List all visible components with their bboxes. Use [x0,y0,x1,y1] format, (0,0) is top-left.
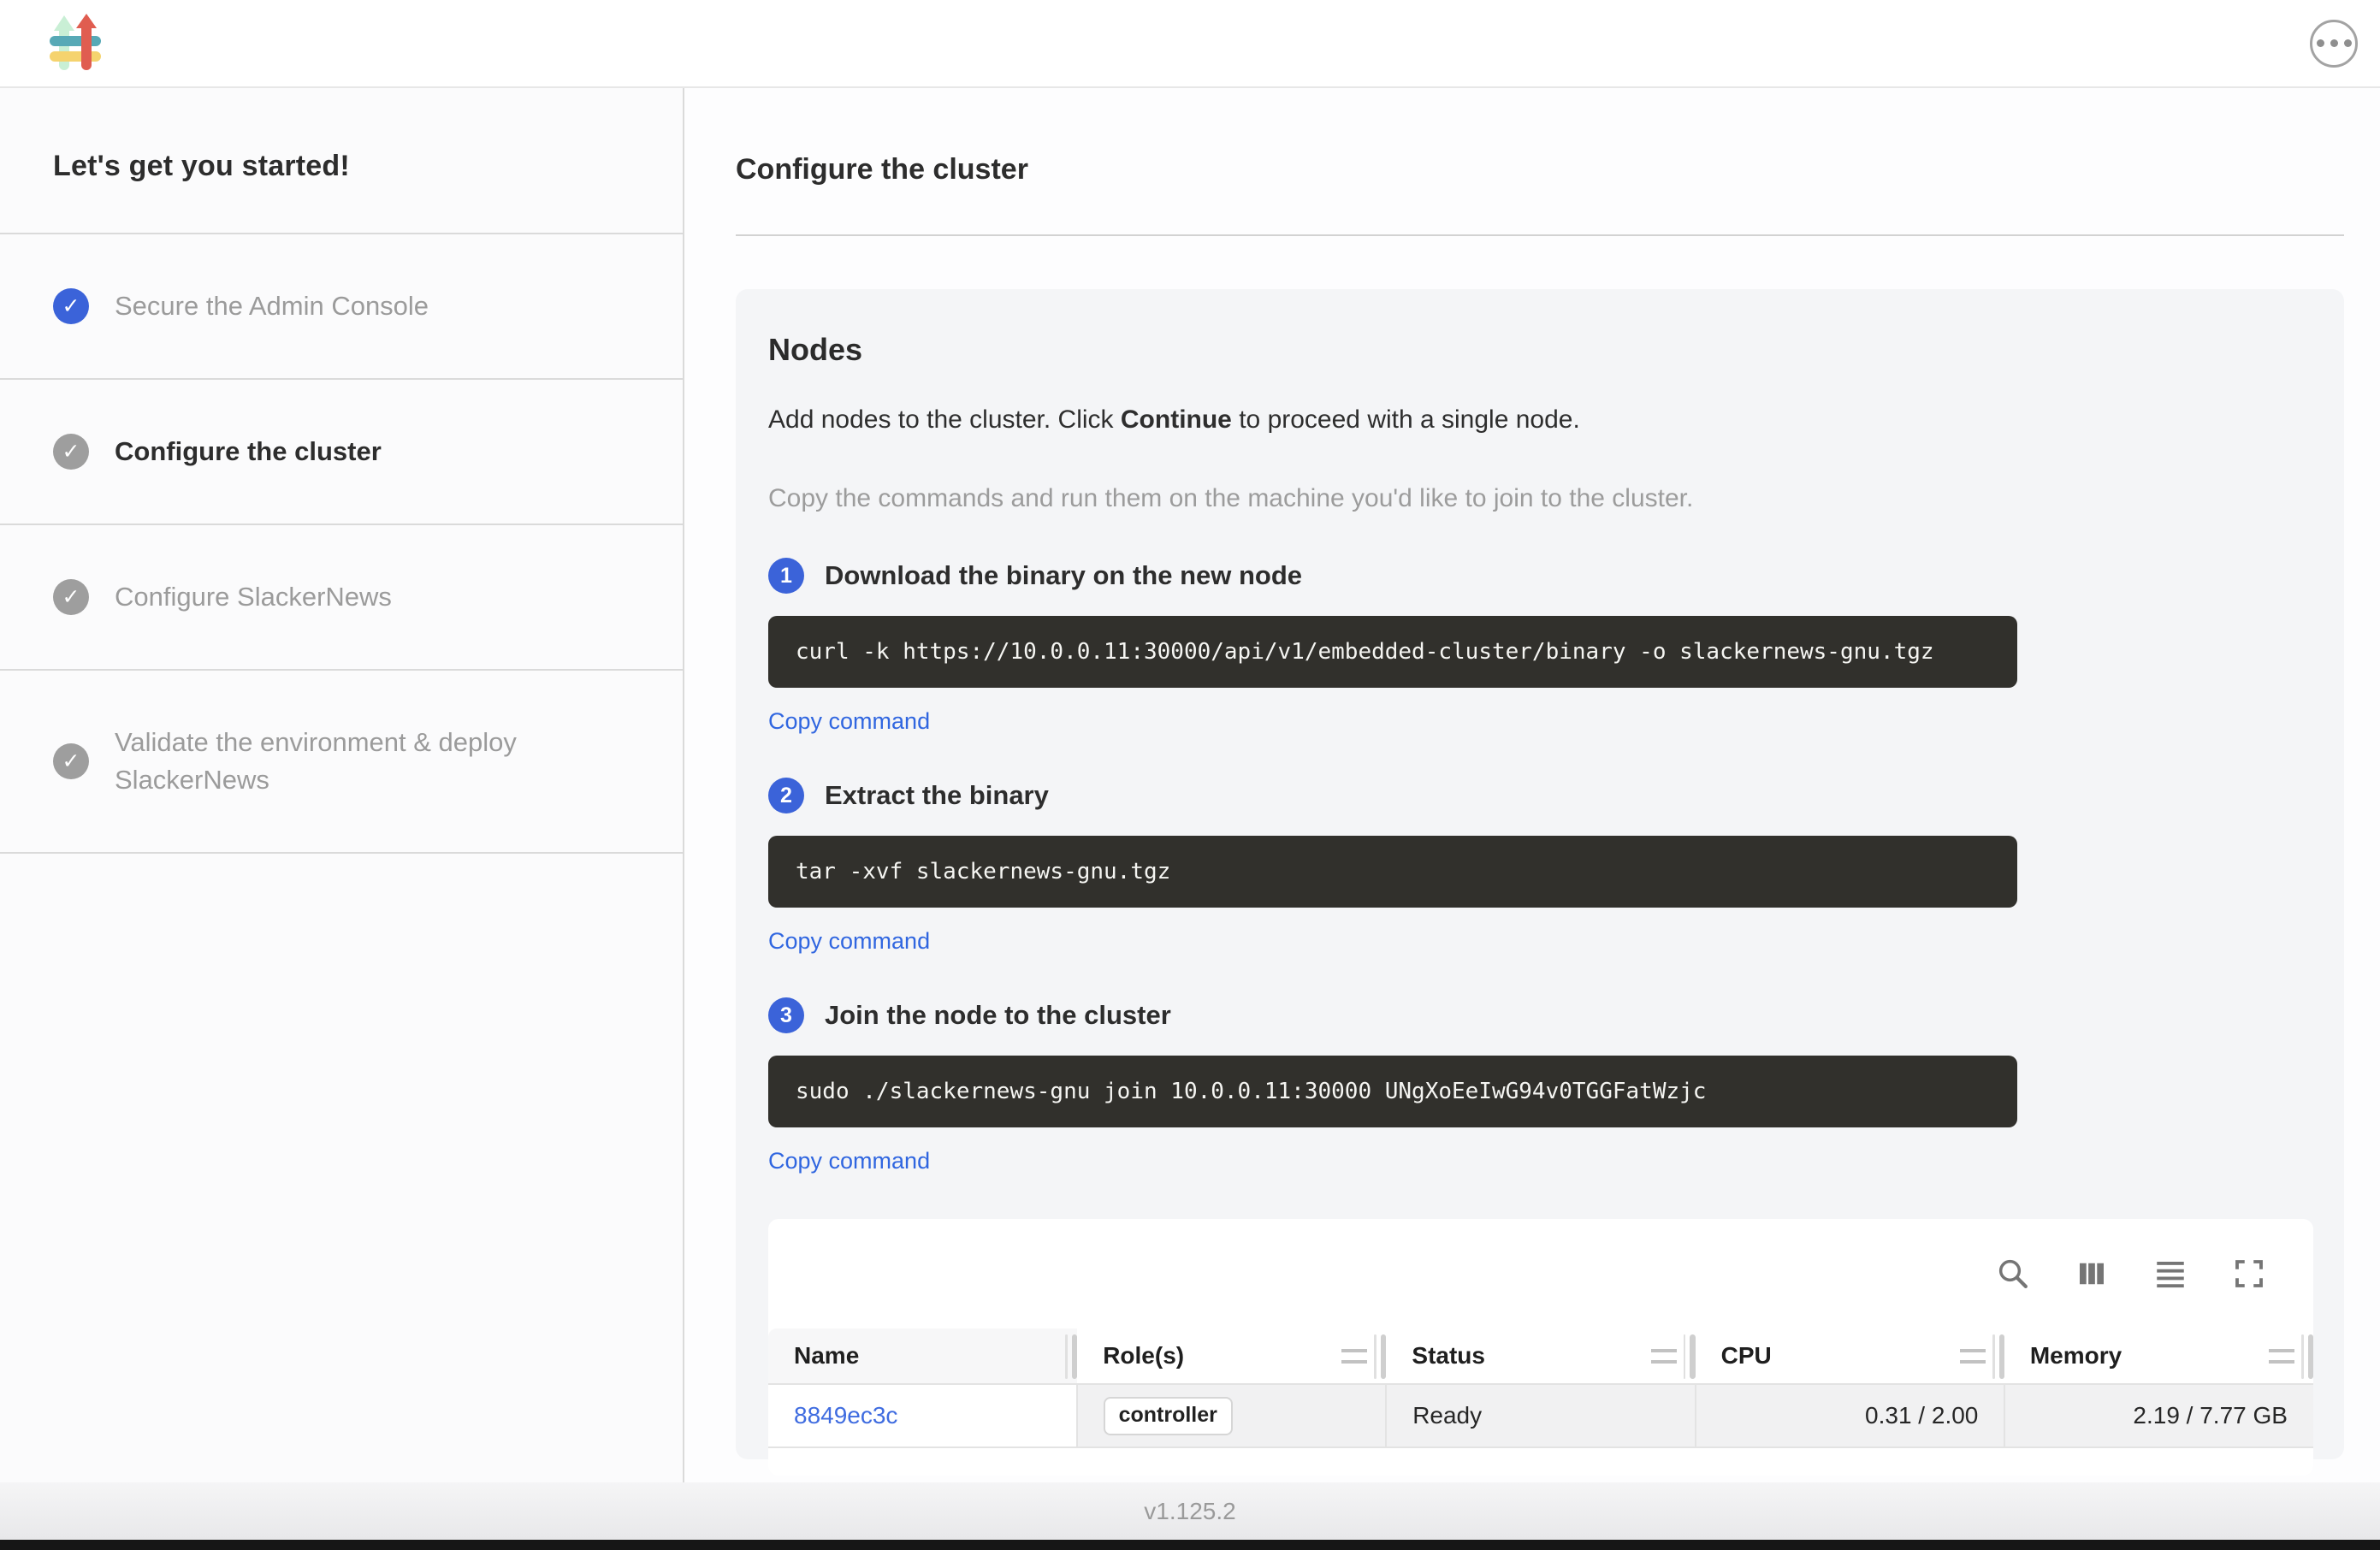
nodes-card: Nodes Add nodes to the cluster. Click Co… [736,289,2344,1459]
column-resize-handle[interactable] [1684,1334,1696,1379]
step-title: Join the node to the cluster [825,1000,1171,1031]
copy-command-link[interactable]: Copy command [768,1148,930,1174]
ellipsis-dot [2317,39,2324,47]
density-icon[interactable] [2151,1254,2190,1293]
title-divider [736,234,2344,236]
step-number-badge: 2 [768,778,804,813]
column-menu-icon[interactable] [2269,1349,2294,1364]
copy-commands-hint: Copy the commands and run them on the ma… [768,484,2313,513]
join-node-command: sudo ./slackernews-gnu join 10.0.0.11:30… [768,1056,2017,1127]
sidebar-item-configure-slackernews[interactable]: ✓ Configure SlackerNews [0,525,683,671]
ellipsis-dot [2330,39,2338,47]
slackernews-logo [48,13,103,74]
column-header-status[interactable]: Status [1386,1328,1695,1383]
node-table-row: 8849ec3c controller Ready 0.31 / 2.00 2.… [768,1385,2313,1448]
copy-command-link[interactable]: Copy command [768,928,930,955]
main-panel: Configure the cluster Nodes Add nodes to… [684,88,2380,1482]
column-menu-icon[interactable] [1960,1349,1986,1364]
table-header-row: Name Role(s) Status [768,1328,2313,1385]
sidebar-heading: Let's get you started! [0,88,683,234]
sidebar-item-validate-deploy[interactable]: ✓ Validate the environment & deploy Slac… [0,671,683,854]
version-label: v1.125.2 [1144,1498,1235,1525]
page-title: Configure the cluster [736,153,2344,186]
yellow-bar [50,51,101,62]
column-header-cpu[interactable]: CPU [1696,1328,2004,1383]
column-menu-icon[interactable] [1651,1349,1677,1364]
copy-command-link[interactable]: Copy command [768,708,930,735]
nodes-heading: Nodes [768,332,2313,368]
column-header-name[interactable]: Name [768,1328,1077,1383]
role-chip: controller [1104,1397,1233,1435]
admin-console-page: Let's get you started! ✓ Secure the Admi… [0,0,2380,1550]
column-menu-icon[interactable] [1341,1349,1367,1364]
step-number-badge: 1 [768,558,804,594]
column-resize-handle[interactable] [2301,1334,2313,1379]
sidebar-item-configure-cluster[interactable]: ✓ Configure the cluster [0,380,683,525]
column-header-roles[interactable]: Role(s) [1077,1328,1386,1383]
content-area: Let's get you started! ✓ Secure the Admi… [0,88,2380,1482]
check-circle-icon: ✓ [53,579,89,615]
window-bottom-edge [0,1540,2380,1550]
setup-sidebar: Let's get you started! ✓ Secure the Admi… [0,88,684,1482]
node-roles-cell: controller [1078,1385,1388,1446]
check-circle-icon: ✓ [53,743,89,779]
step-title: Download the binary on the new node [825,560,1302,591]
step-title: Extract the binary [825,780,1049,811]
sidebar-item-label: Configure the cluster [115,433,382,470]
column-resize-handle[interactable] [1065,1334,1077,1379]
sidebar-item-label: Configure SlackerNews [115,578,392,616]
node-memory-cell: 2.19 / 7.77 GB [2005,1385,2313,1446]
node-name-link[interactable]: 8849ec3c [794,1402,897,1429]
step-1-header: 1 Download the binary on the new node [768,558,2313,594]
top-bar [0,0,2380,88]
more-options-button[interactable] [2310,20,2358,68]
column-header-memory[interactable]: Memory [2004,1328,2313,1383]
view-columns-icon[interactable] [2072,1254,2111,1293]
sidebar-item-secure-admin-console[interactable]: ✓ Secure the Admin Console [0,234,683,380]
check-circle-icon: ✓ [53,434,89,470]
column-resize-handle[interactable] [1374,1334,1386,1379]
node-name-cell: 8849ec3c [768,1385,1078,1446]
teal-bar [50,36,101,46]
node-cpu-cell: 0.31 / 2.00 [1696,1385,2006,1446]
ellipsis-dot [2344,39,2352,47]
step-number-badge: 3 [768,997,804,1033]
step-2-header: 2 Extract the binary [768,778,2313,813]
sidebar-item-label: Secure the Admin Console [115,287,429,325]
nodes-table-panel: Name Role(s) Status [768,1219,2313,1476]
table-toolbar [768,1219,2313,1328]
download-binary-command: curl -k https://10.0.0.11:30000/api/v1/e… [768,616,2017,688]
node-status-cell: Ready [1387,1385,1696,1446]
version-footer: v1.125.2 [0,1482,2380,1540]
nodes-intro-text: Add nodes to the cluster. Click Continue… [768,405,2313,435]
sidebar-item-label: Validate the environment & deploy Slacke… [115,724,630,799]
check-circle-icon: ✓ [53,288,89,324]
column-resize-handle[interactable] [1992,1334,2004,1379]
fullscreen-icon[interactable] [2229,1254,2269,1293]
extract-binary-command: tar -xvf slackernews-gnu.tgz [768,836,2017,908]
step-3-header: 3 Join the node to the cluster [768,997,2313,1033]
search-icon[interactable] [1993,1254,2033,1293]
